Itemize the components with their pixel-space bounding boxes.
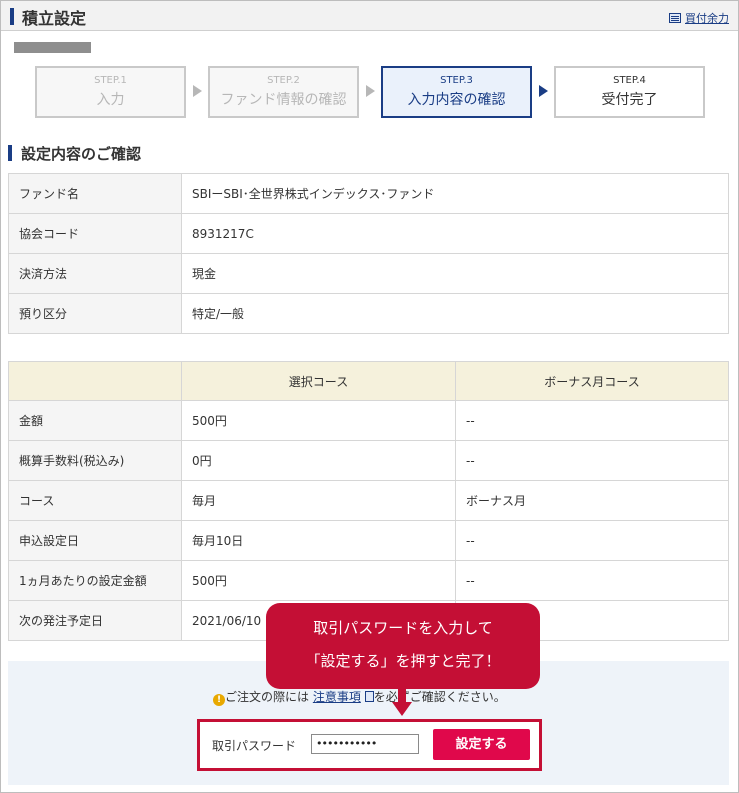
warning-icon: ! — [213, 694, 225, 706]
step-number: STEP.3 — [440, 75, 473, 86]
section-title: 設定内容のご確認 — [21, 145, 142, 163]
row-key: コース — [8, 480, 182, 521]
arrow-head-icon — [392, 702, 412, 716]
notice-prefix: ご注文の際には — [225, 690, 310, 704]
title-accent-bar — [10, 8, 14, 25]
step-3-current: STEP.3 入力内容の確認 — [381, 66, 532, 118]
row-key: ファンド名 — [8, 173, 182, 214]
table-row: 概算手数料(税込み) 0円 -- — [8, 440, 729, 481]
redacted-bar — [14, 42, 91, 53]
cell: 毎月 — [181, 480, 456, 521]
row-key: 1ヵ月あたりの設定金額 — [8, 560, 182, 601]
document-icon — [364, 691, 374, 702]
cell: ボーナス月 — [455, 480, 729, 521]
cell: -- — [455, 400, 729, 441]
step-label: 入力内容の確認 — [407, 92, 506, 108]
step-number: STEP.4 — [613, 75, 646, 86]
cell: 毎月10日 — [181, 520, 456, 561]
fund-info-table: ファンド名 SBIーSBI･全世界株式インデックス･ファンド 協会コード 893… — [8, 173, 729, 334]
password-input[interactable]: ••••••••••• — [311, 734, 419, 754]
row-key: 預り区分 — [8, 293, 182, 334]
table-row: 協会コード 8931217C — [8, 213, 729, 254]
column-header — [8, 361, 182, 401]
row-key: 次の発注予定日 — [8, 600, 182, 641]
password-highlight-box: 取引パスワード ••••••••••• 設定する — [197, 719, 542, 771]
password-label: 取引パスワード — [212, 739, 297, 753]
row-key: 協会コード — [8, 213, 182, 254]
table-row: ファンド名 SBIーSBI･全世界株式インデックス･ファンド — [8, 173, 729, 214]
document-icon — [669, 13, 681, 23]
arrow-down-icon — [398, 689, 406, 703]
buying-power-link[interactable]: 買付余力 — [669, 10, 729, 26]
step-1: STEP.1 入力 — [35, 66, 186, 118]
page-header: 積立設定 買付余力 — [1, 1, 738, 31]
cell: -- — [455, 520, 729, 561]
step-arrow-icon — [366, 85, 375, 97]
cell: 500円 — [181, 560, 456, 601]
step-number: STEP.2 — [267, 75, 300, 86]
table-row: 預り区分 特定/一般 — [8, 293, 729, 334]
course-table: 選択コース ボーナス月コース 金額 500円 -- 概算手数料(税込み) 0円 … — [8, 361, 729, 641]
row-key: 決済方法 — [8, 253, 182, 294]
row-value: 特定/一般 — [181, 293, 729, 334]
table-row: 申込設定日 毎月10日 -- — [8, 520, 729, 561]
step-arrow-icon — [193, 85, 202, 97]
column-header: ボーナス月コース — [455, 361, 729, 401]
step-2: STEP.2 ファンド情報の確認 — [208, 66, 359, 118]
heading-accent-bar — [8, 145, 12, 161]
instruction-callout: 取引パスワードを入力して 「設定する」を押すと完了！ — [266, 603, 540, 689]
buying-power-label: 買付余力 — [685, 12, 729, 25]
notice-text: ! ご注文の際には 注意事項 を必ずご確認ください。 — [213, 688, 506, 706]
step-label: 受付完了 — [601, 92, 658, 108]
table-row: 1ヵ月あたりの設定金額 500円 -- — [8, 560, 729, 601]
table-row: コース 毎月 ボーナス月 — [8, 480, 729, 521]
cell: 500円 — [181, 400, 456, 441]
step-4: STEP.4 受付完了 — [554, 66, 705, 118]
callout-line-1: 取引パスワードを入力して — [313, 619, 493, 637]
row-value: SBIーSBI･全世界株式インデックス･ファンド — [181, 173, 729, 214]
row-key: 申込設定日 — [8, 520, 182, 561]
step-number: STEP.1 — [94, 75, 127, 86]
row-key: 金額 — [8, 400, 182, 441]
table-row: 金額 500円 -- — [8, 400, 729, 441]
step-label: 入力 — [96, 92, 125, 108]
step-label: ファンド情報の確認 — [220, 92, 347, 108]
column-header: 選択コース — [181, 361, 456, 401]
row-key: 概算手数料(税込み) — [8, 440, 182, 481]
table-header-row: 選択コース ボーナス月コース — [8, 361, 729, 401]
cell: -- — [455, 440, 729, 481]
row-value: 8931217C — [181, 213, 729, 254]
submit-button[interactable]: 設定する — [433, 729, 530, 760]
callout-line-2: 「設定する」を押すと完了！ — [305, 652, 501, 670]
row-value: 現金 — [181, 253, 729, 294]
table-row: 決済方法 現金 — [8, 253, 729, 294]
caution-link[interactable]: 注意事項 — [313, 690, 361, 704]
step-arrow-icon — [539, 85, 548, 97]
cell: -- — [455, 560, 729, 601]
cell: 0円 — [181, 440, 456, 481]
page-title: 積立設定 — [22, 9, 87, 28]
